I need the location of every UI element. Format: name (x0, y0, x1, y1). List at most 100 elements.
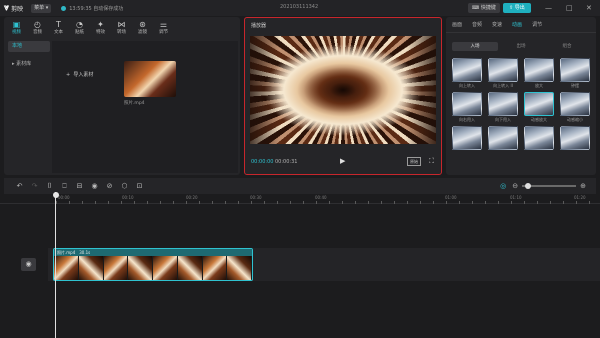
tool-video[interactable]: ▣ 视频 (6, 17, 27, 37)
animation-item[interactable]: 向下甩入 (488, 92, 518, 123)
media-content: + 导入素材 照片.mp4 (52, 41, 238, 173)
close-icon[interactable]: ✕ (586, 3, 592, 13)
video-edge-left (250, 36, 280, 144)
sidebar-item-library[interactable]: ▸ 素材库 (8, 59, 50, 70)
fullscreen-icon[interactable]: ⛶ (429, 157, 434, 165)
video-clip[interactable]: 照片.mp4 30.1s (53, 248, 253, 281)
media-sidebar: 本地 ▸ 素材库 (8, 41, 50, 77)
crop-icon[interactable]: ⊡ (132, 181, 147, 191)
tool-label: 视频 (12, 29, 21, 35)
playhead-handle[interactable] (52, 192, 59, 198)
menu-label: 菜单 (34, 4, 45, 11)
shortcut-label: 快捷键 (480, 5, 496, 11)
tool-sticker[interactable]: ◔ 贴纸 (69, 17, 90, 37)
tool-filter[interactable]: ⊛ 滤镜 (132, 17, 153, 37)
effects-icon: ✦ (97, 19, 104, 29)
tool-label: 特效 (96, 29, 105, 35)
player-title: 播放器 (251, 23, 267, 29)
track-area: ◉ 照片.mp4 30.1s (0, 204, 600, 338)
animation-label: 放大 (535, 83, 543, 88)
ratio-button[interactable]: 原始 (407, 157, 421, 166)
animation-item[interactable] (488, 126, 518, 150)
tab-adjust[interactable]: 调节 (532, 21, 542, 28)
animation-item[interactable]: 向右甩入 (452, 92, 482, 123)
tool-audio[interactable]: ◴ 音频 (27, 17, 48, 37)
title-bar: ⩔ 剪映 菜单 ▾ 13:59:35 自动保存成功 202103111342 ⌨… (0, 0, 600, 16)
zoom-in-icon[interactable]: ⊕ (580, 182, 586, 190)
tab-animation[interactable]: 动画 (512, 21, 522, 28)
zoom-slider[interactable] (522, 182, 577, 189)
ruler-label: 01:10 (510, 195, 522, 200)
maximize-icon[interactable]: □ (566, 3, 573, 13)
clip-frame (128, 256, 152, 280)
video-preview[interactable] (250, 36, 436, 144)
animation-item[interactable]: 动感放大 (524, 92, 554, 123)
rotate-icon[interactable]: ⬡ (117, 181, 132, 191)
app-name: 剪映 (11, 5, 24, 13)
subtab-in[interactable]: 入场 (452, 42, 498, 51)
clip-frames (54, 256, 252, 280)
filter-icon: ⊛ (139, 19, 146, 29)
undo-icon[interactable]: ↶ (12, 181, 27, 191)
transition-icon: ⋈ (117, 19, 126, 29)
clip-frame (227, 256, 251, 280)
animation-item[interactable] (524, 126, 554, 150)
import-button[interactable]: + 导入素材 (66, 71, 93, 78)
freeze-icon[interactable]: ⊟ (72, 181, 87, 191)
media-toolbar: ▣ 视频 ◴ 音频 T 文本 ◔ 贴纸 ✦ 特效 ⋈ 转场 ⊛ 滤镜 ⚌ 调节 (4, 17, 240, 37)
animation-item[interactable]: 向上转入 II (488, 58, 518, 89)
adjust-icon: ⚌ (159, 19, 168, 29)
export-button[interactable]: ⇪ 导出 (503, 3, 531, 13)
current-time: 00:00:00 (251, 159, 274, 165)
animation-thumbnail (452, 58, 482, 82)
zoom-icon[interactable]: ◎ (500, 181, 506, 191)
animation-label: 向上转入 II (493, 83, 513, 88)
import-label: 导入素材 (73, 72, 94, 78)
audio-icon: ◴ (34, 19, 41, 29)
ruler-label: 00:40 (315, 195, 327, 200)
media-thumbnail[interactable] (124, 61, 176, 97)
animation-item[interactable]: 放大 (524, 58, 554, 89)
animation-label: 钟摆 (571, 83, 579, 88)
clip-duration: 30.1s (79, 250, 91, 255)
clip-frame (153, 256, 177, 280)
animation-item[interactable]: 向上转入 (452, 58, 482, 89)
tab-picture[interactable]: 画面 (452, 21, 462, 28)
split-icon[interactable]: ⌷ (42, 181, 57, 191)
app-logo: ⩔ 剪映 (4, 3, 23, 13)
playhead[interactable] (55, 192, 56, 338)
effects-panel: 画面 音频 变速 动画 调节 入场 出场 组合 向上转入 向上转入 II 放大 钟摆向… (446, 17, 596, 187)
app-logo-icon: ⩔ (4, 3, 10, 13)
tool-effects[interactable]: ✦ 特效 (90, 17, 111, 37)
record-icon[interactable]: ◉ (87, 181, 102, 191)
animation-thumbnail (452, 92, 482, 116)
tool-transition[interactable]: ⋈ 转场 (111, 17, 132, 37)
mirror-icon[interactable]: ⊘ (102, 181, 117, 191)
animation-item[interactable]: 动感缩小 (560, 92, 590, 123)
zoom-slider-knob[interactable] (524, 182, 531, 189)
redo-icon[interactable]: ↷ (27, 181, 42, 191)
play-icon[interactable]: ▶ (340, 157, 345, 165)
subtab-combo[interactable]: 组合 (544, 42, 590, 51)
tab-speed[interactable]: 变速 (492, 21, 502, 28)
delete-icon[interactable]: ⎕ (57, 181, 72, 191)
subtab-out[interactable]: 出场 (498, 42, 544, 51)
menu-button[interactable]: 菜单 ▾ (31, 3, 52, 13)
animation-label: 向上转入 (459, 83, 475, 88)
animation-item[interactable] (560, 126, 590, 150)
shortcut-button[interactable]: ⌨ 快捷键 (468, 3, 500, 13)
zoom-out-icon[interactable]: ⊖ (512, 182, 518, 190)
animation-item[interactable] (452, 126, 482, 150)
animation-grid: 向上转入 向上转入 II 放大 钟摆向右甩入 向下甩入 动感放大 动感缩小 (452, 58, 594, 150)
track-visibility-icon[interactable]: ◉ (21, 258, 36, 271)
tool-label: 转场 (117, 29, 126, 35)
tab-audio[interactable]: 音频 (472, 21, 482, 28)
animation-thumbnail (560, 92, 590, 116)
timeline-ruler[interactable]: 00:00 00:10 00:20 00:30 00:40 01:00 01:10 01:20 (0, 194, 600, 204)
tool-text[interactable]: T 文本 (48, 17, 69, 37)
tool-adjust[interactable]: ⚌ 调节 (153, 17, 174, 37)
sidebar-item-local[interactable]: 本地 (8, 41, 50, 52)
clip-name: 照片.mp4 (57, 250, 76, 255)
animation-item[interactable]: 钟摆 (560, 58, 590, 89)
minimize-icon[interactable]: — (545, 3, 552, 13)
